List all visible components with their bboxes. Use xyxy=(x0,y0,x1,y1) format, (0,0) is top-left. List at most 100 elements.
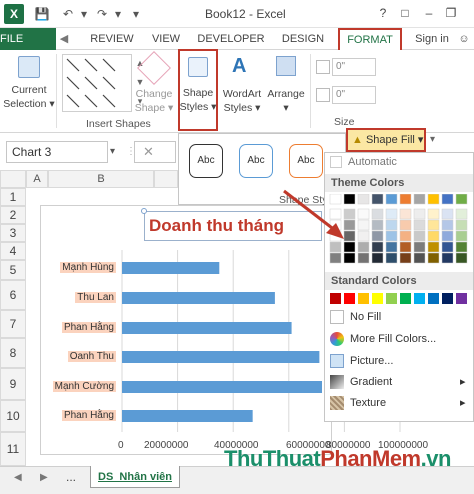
ribbon-scroll-icon[interactable]: ▾ xyxy=(430,134,435,145)
theme-color-swatch[interactable] xyxy=(399,208,412,220)
theme-color-swatch[interactable] xyxy=(371,241,384,253)
theme-color-swatch[interactable] xyxy=(441,241,454,253)
theme-color-swatch[interactable] xyxy=(385,208,398,220)
theme-color-swatch[interactable] xyxy=(357,252,370,264)
picture-icon xyxy=(330,354,344,369)
shape-style-option[interactable]: Abc xyxy=(189,144,223,178)
shape-fill-icon: ▲ xyxy=(352,134,363,146)
bar[interactable] xyxy=(122,381,322,393)
shape-fill-label: Shape Fill ▾ xyxy=(365,134,424,146)
standard-color-swatch[interactable] xyxy=(400,293,411,304)
standard-color-swatch[interactable] xyxy=(456,293,467,304)
standard-color-swatch[interactable] xyxy=(428,293,439,304)
standard-color-swatch[interactable] xyxy=(344,293,355,304)
theme-color-swatch[interactable] xyxy=(357,230,370,242)
theme-color-swatch[interactable] xyxy=(357,241,370,253)
shape-style-option[interactable]: Abc xyxy=(289,144,323,178)
standard-color-swatch[interactable] xyxy=(330,293,341,304)
more-sheets-button[interactable]: ... xyxy=(66,470,76,484)
theme-color-swatch[interactable] xyxy=(371,194,384,205)
texture-option[interactable]: Texture ▸ xyxy=(330,394,470,412)
theme-color-swatch[interactable] xyxy=(455,194,468,205)
standard-color-swatch[interactable] xyxy=(414,293,425,304)
theme-color-swatch[interactable] xyxy=(455,241,468,253)
standard-colors-row[interactable] xyxy=(328,292,472,306)
theme-color-swatch[interactable] xyxy=(357,208,370,220)
theme-color-swatch[interactable] xyxy=(455,252,468,264)
sheet-tab-active[interactable]: DS_Nhân viên xyxy=(90,466,180,488)
theme-color-swatch[interactable] xyxy=(343,252,356,264)
theme-color-swatch[interactable] xyxy=(399,252,412,264)
theme-color-swatch[interactable] xyxy=(427,219,440,231)
standard-color-swatch[interactable] xyxy=(372,293,383,304)
bar[interactable] xyxy=(122,410,253,422)
x-tick-label: 20000000 xyxy=(144,440,189,451)
theme-color-swatch[interactable] xyxy=(413,194,426,205)
theme-color-swatch[interactable] xyxy=(371,219,384,231)
category-label: Oanh Thu xyxy=(67,351,116,362)
bar[interactable] xyxy=(122,322,292,334)
gradient-option[interactable]: Gradient ▸ xyxy=(330,373,470,391)
color-wheel-icon xyxy=(330,332,344,347)
annotation-arrow-icon xyxy=(283,189,344,239)
category-label: Thu Lan xyxy=(75,292,116,303)
theme-color-swatch[interactable] xyxy=(413,230,426,242)
standard-color-swatch[interactable] xyxy=(386,293,397,304)
watermark-logo: ThuThuatPhanMem.vn xyxy=(224,446,451,471)
more-fill-colors-option[interactable]: More Fill Colors... xyxy=(330,330,436,348)
picture-label: Picture... xyxy=(350,355,394,367)
theme-color-swatch[interactable] xyxy=(427,208,440,220)
shape-style-option[interactable]: Abc xyxy=(239,144,273,178)
theme-color-swatch[interactable] xyxy=(455,230,468,242)
theme-color-swatch[interactable] xyxy=(385,230,398,242)
bar[interactable] xyxy=(122,292,275,304)
theme-color-swatch[interactable] xyxy=(427,194,440,205)
theme-color-swatch[interactable] xyxy=(371,208,384,220)
automatic-label: Automatic xyxy=(348,156,397,168)
theme-color-swatch[interactable] xyxy=(427,230,440,242)
category-label: Phan Hằng xyxy=(61,410,116,421)
theme-color-swatch[interactable] xyxy=(385,241,398,253)
theme-color-swatch[interactable] xyxy=(329,252,342,264)
theme-color-swatch[interactable] xyxy=(413,241,426,253)
theme-color-swatch[interactable] xyxy=(399,230,412,242)
category-label: Mạnh Hùng xyxy=(60,262,116,273)
picture-option[interactable]: Picture... xyxy=(330,352,393,370)
x-tick-label: 0 xyxy=(118,440,124,451)
sheet-scroll-right-icon[interactable]: ▶ xyxy=(40,472,48,483)
standard-color-swatch[interactable] xyxy=(442,293,453,304)
theme-color-swatch[interactable] xyxy=(357,219,370,231)
theme-color-swatch[interactable] xyxy=(441,208,454,220)
theme-color-swatch[interactable] xyxy=(357,194,370,205)
theme-color-swatch[interactable] xyxy=(413,208,426,220)
shape-fill-button[interactable]: ▲ Shape Fill ▾ xyxy=(346,128,426,152)
theme-color-swatch[interactable] xyxy=(399,194,412,205)
no-fill-option[interactable]: No Fill xyxy=(330,308,381,326)
theme-color-swatch[interactable] xyxy=(385,194,398,205)
automatic-option[interactable]: Automatic xyxy=(330,153,397,171)
theme-color-swatch[interactable] xyxy=(455,219,468,231)
theme-color-swatch[interactable] xyxy=(371,252,384,264)
theme-color-swatch[interactable] xyxy=(399,219,412,231)
theme-color-swatch[interactable] xyxy=(413,219,426,231)
chart-title-handle[interactable] xyxy=(141,208,147,214)
theme-color-swatch[interactable] xyxy=(441,219,454,231)
sheet-scroll-left-icon[interactable]: ◀ xyxy=(14,472,22,483)
standard-color-swatch[interactable] xyxy=(358,293,369,304)
theme-color-swatch[interactable] xyxy=(455,208,468,220)
bar[interactable] xyxy=(122,351,320,363)
texture-icon xyxy=(330,396,344,411)
bar[interactable] xyxy=(122,262,220,274)
theme-color-swatch[interactable] xyxy=(413,252,426,264)
theme-color-swatch[interactable] xyxy=(441,252,454,264)
category-label: Phan Hằng xyxy=(61,322,116,333)
theme-color-swatch[interactable] xyxy=(385,219,398,231)
theme-color-swatch[interactable] xyxy=(399,241,412,253)
theme-color-swatch[interactable] xyxy=(441,230,454,242)
standard-colors-header: Standard Colors xyxy=(325,272,473,290)
theme-color-swatch[interactable] xyxy=(441,194,454,205)
theme-color-swatch[interactable] xyxy=(427,252,440,264)
theme-color-swatch[interactable] xyxy=(385,252,398,264)
theme-color-swatch[interactable] xyxy=(371,230,384,242)
theme-color-swatch[interactable] xyxy=(427,241,440,253)
